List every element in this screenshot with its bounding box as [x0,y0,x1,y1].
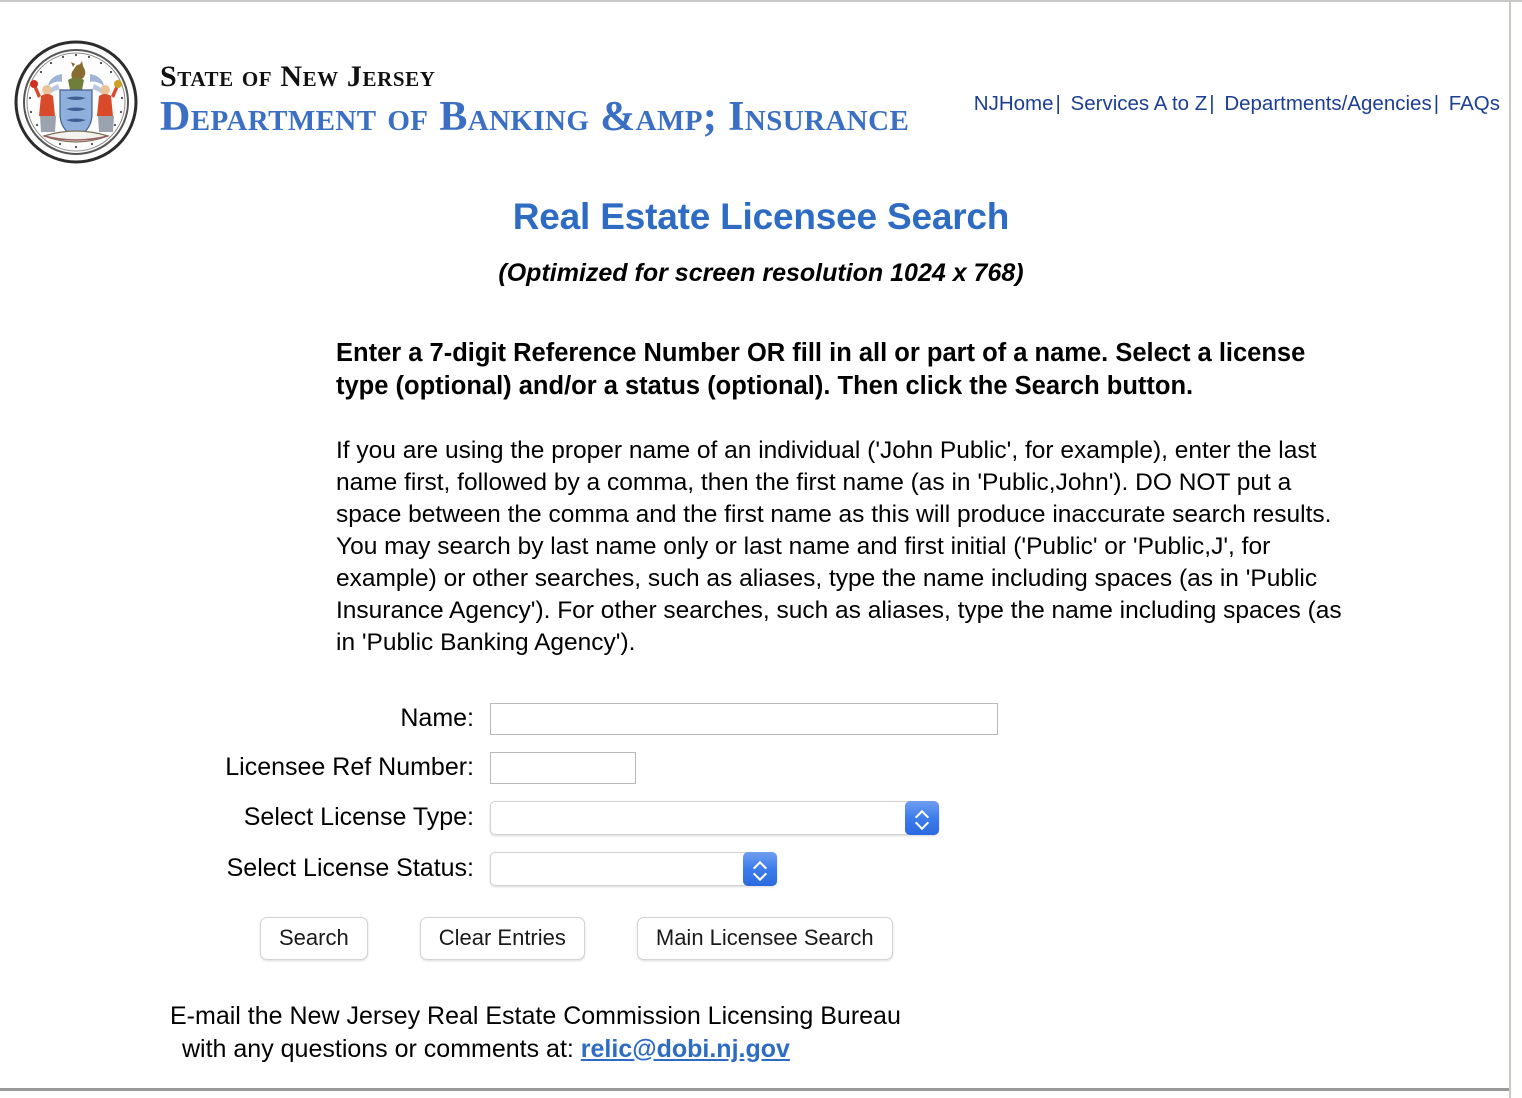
nav-link-njhome[interactable]: NJHome [974,92,1054,115]
chevron-down-icon [916,818,929,826]
department-of-banking-and-insurance-line: Department of Banking &amp; Insurance [160,94,910,140]
license-status-label: Select License Status: [226,854,474,883]
main-licensee-search-button[interactable]: Main Licensee Search [636,916,893,960]
licensee-ref-number-input[interactable] [490,751,636,784]
explanation-paragraph: If you are using the proper name of an i… [336,436,1342,656]
chevron-down-icon [754,869,767,877]
nav-link-departments-agencies[interactable]: Departments/Agencies [1224,92,1431,115]
masthead: State of New Jersey Department of Bankin… [0,2,1522,164]
email-link[interactable]: relic@dobi.nj.gov [581,1035,790,1063]
form-row-ref-number: Licensee Ref Number: [0,751,1522,784]
nav-separator: | [1209,92,1215,115]
search-button[interactable]: Search [260,916,368,960]
footer-line-1: E-mail the New Jersey Real Estate Commis… [170,1001,901,1030]
window-right-edge [1509,2,1511,1098]
nav-link-faqs[interactable]: FAQs [1449,92,1500,115]
instructions-paragraph: Enter a 7-digit Reference Number OR fill… [336,339,1306,400]
top-navigation: NJHome| Services A to Z| Departments/Age… [974,92,1500,116]
department-wordmark: State of New Jersey Department of Bankin… [160,60,910,140]
license-type-select[interactable] [490,800,939,835]
name-input[interactable] [490,702,998,735]
search-form: Name: Licensee Ref Number: Select Licens… [0,702,1522,960]
footer-contact: E-mail the New Jersey Real Estate Commis… [0,1000,1522,1066]
nav-link-services-a-to-z[interactable]: Services A to Z [1071,92,1208,115]
footer-line-2-prefix: with any questions or comments at: [182,1034,581,1063]
form-row-license-type: Select License Type: [0,800,1522,835]
nav-separator: | [1055,92,1061,115]
bottom-divider [0,1088,1509,1091]
page-subtitle: (Optimized for screen resolution 1024 x … [498,259,1024,287]
license-type-label: Select License Type: [243,803,474,832]
state-of-new-jersey-line: State of New Jersey [160,60,436,93]
clear-entries-button[interactable]: Clear Entries [419,916,585,960]
license-status-select[interactable] [490,851,777,886]
form-row-name: Name: [0,702,1522,735]
chevron-up-down-icon[interactable] [905,800,939,835]
name-label: Name: [400,704,474,733]
form-row-license-status: Select License Status: [0,851,1522,886]
ref-number-label: Licensee Ref Number: [225,753,474,782]
button-row: Search Clear Entries Main Licensee Searc… [0,916,1522,960]
nav-separator: | [1433,92,1440,115]
page-title: Real Estate Licensee Search [512,196,1010,237]
nj-state-seal-icon [14,40,138,164]
chevron-up-down-icon[interactable] [743,851,777,886]
footer-line-2: with any questions or comments at: relic… [170,1033,1522,1066]
page-root: State of New Jersey Department of Bankin… [0,0,1522,1098]
content-area: Enter a 7-digit Reference Number OR fill… [166,337,1356,659]
